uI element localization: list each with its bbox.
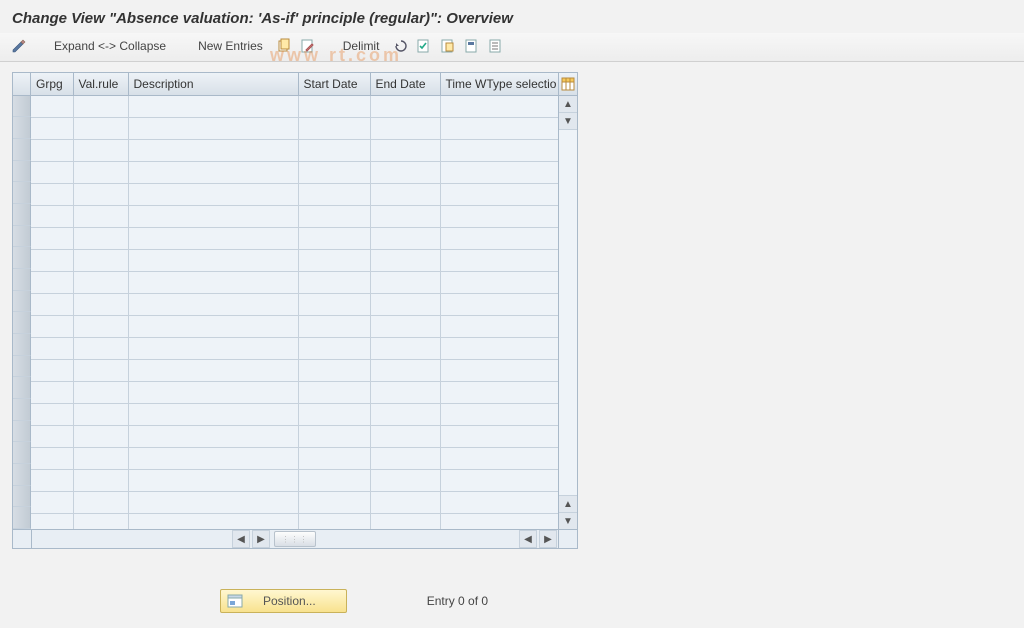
scroll-right-icon[interactable]: ▶ (539, 530, 557, 548)
col-header-end-date[interactable]: End Date (370, 73, 440, 96)
scroll-down-step-icon[interactable]: ▲ (559, 495, 577, 512)
sheet-select-icon[interactable] (463, 37, 481, 55)
table-row (31, 294, 558, 316)
horizontal-scrollbar[interactable]: ◀ ▶ ⋮⋮⋮ ◀ ▶ (13, 529, 577, 548)
row-selector[interactable] (13, 139, 31, 161)
table-row (31, 140, 558, 162)
row-selector[interactable] (13, 96, 31, 118)
table-row (31, 382, 558, 404)
col-header-time-wtype[interactable]: Time WType selectio (440, 73, 558, 96)
data-grid-frame: Grpg Val.rule Description Start Date End… (12, 72, 578, 549)
grid-body (31, 96, 558, 530)
col-header-grpg[interactable]: Grpg (31, 73, 73, 96)
edit-toggle-icon[interactable] (10, 37, 28, 55)
row-selector[interactable] (13, 356, 31, 378)
position-button[interactable]: Position... (220, 589, 347, 613)
table-row (31, 470, 558, 492)
copy-icon[interactable] (275, 37, 293, 55)
row-selector[interactable] (13, 291, 31, 313)
scroll-up-step-icon[interactable]: ▼ (559, 113, 577, 130)
row-selector[interactable] (13, 204, 31, 226)
scroll-right-step-icon[interactable]: ◀ (519, 530, 537, 548)
vertical-scrollbar[interactable]: ▲ ▼ ▲ ▼ (558, 73, 577, 529)
table-row (31, 272, 558, 294)
scroll-left-step-icon[interactable]: ▶ (252, 530, 270, 548)
scroll-thumb[interactable]: ⋮⋮⋮ (274, 531, 316, 547)
entry-counter: Entry 0 of 0 (427, 594, 488, 608)
row-selector[interactable] (13, 226, 31, 248)
table-settings-icon[interactable] (559, 73, 577, 96)
row-selector[interactable] (13, 269, 31, 291)
row-selector[interactable] (13, 161, 31, 183)
sheet-check-icon[interactable] (415, 37, 433, 55)
row-selector[interactable] (13, 464, 31, 486)
select-all-handle[interactable] (13, 73, 31, 96)
row-selector[interactable] (13, 421, 31, 443)
expand-collapse-button[interactable]: Expand <-> Collapse (48, 37, 172, 55)
col-header-start-date[interactable]: Start Date (298, 73, 370, 96)
row-selector[interactable] (13, 442, 31, 464)
position-label: Position... (263, 594, 316, 608)
row-selector[interactable] (13, 334, 31, 356)
scroll-left-icon[interactable]: ◀ (232, 530, 250, 548)
table-row (31, 316, 558, 338)
scroll-up-icon[interactable]: ▲ (559, 96, 577, 113)
col-header-description[interactable]: Description (128, 73, 298, 96)
table-row (31, 492, 558, 514)
table-row (31, 514, 558, 530)
new-entries-button[interactable]: New Entries (192, 37, 269, 55)
row-selector[interactable] (13, 182, 31, 204)
row-selector[interactable] (13, 312, 31, 334)
undo-icon[interactable] (391, 37, 409, 55)
table-row (31, 96, 558, 118)
row-selector-column (13, 73, 31, 529)
table-row (31, 206, 558, 228)
sheet-list-icon[interactable] (487, 37, 505, 55)
table-row (31, 228, 558, 250)
table-row (31, 404, 558, 426)
table-row (31, 250, 558, 272)
row-selector[interactable] (13, 507, 31, 529)
footer: Position... Entry 0 of 0 (0, 589, 1024, 613)
row-selector[interactable] (13, 486, 31, 508)
table-row (31, 360, 558, 382)
sheet-variant-icon[interactable] (439, 37, 457, 55)
table-row (31, 118, 558, 140)
table-row (31, 184, 558, 206)
sheet-edit-icon[interactable] (299, 37, 317, 55)
table-row (31, 426, 558, 448)
row-selector[interactable] (13, 117, 31, 139)
row-selector[interactable] (13, 399, 31, 421)
app-toolbar: Expand <-> Collapse New Entries Delimit (0, 33, 1024, 62)
delimit-button[interactable]: Delimit (337, 37, 386, 55)
col-header-valrule[interactable]: Val.rule (73, 73, 128, 96)
table-row (31, 448, 558, 470)
row-selector[interactable] (13, 247, 31, 269)
position-icon (227, 593, 243, 609)
table-row (31, 338, 558, 360)
row-selector[interactable] (13, 377, 31, 399)
scroll-down-icon[interactable]: ▼ (559, 512, 577, 529)
table-row (31, 162, 558, 184)
scroll-track[interactable] (559, 130, 577, 495)
page-title: Change View "Absence valuation: 'As-if' … (0, 0, 1024, 33)
data-grid: Grpg Val.rule Description Start Date End… (31, 73, 558, 529)
